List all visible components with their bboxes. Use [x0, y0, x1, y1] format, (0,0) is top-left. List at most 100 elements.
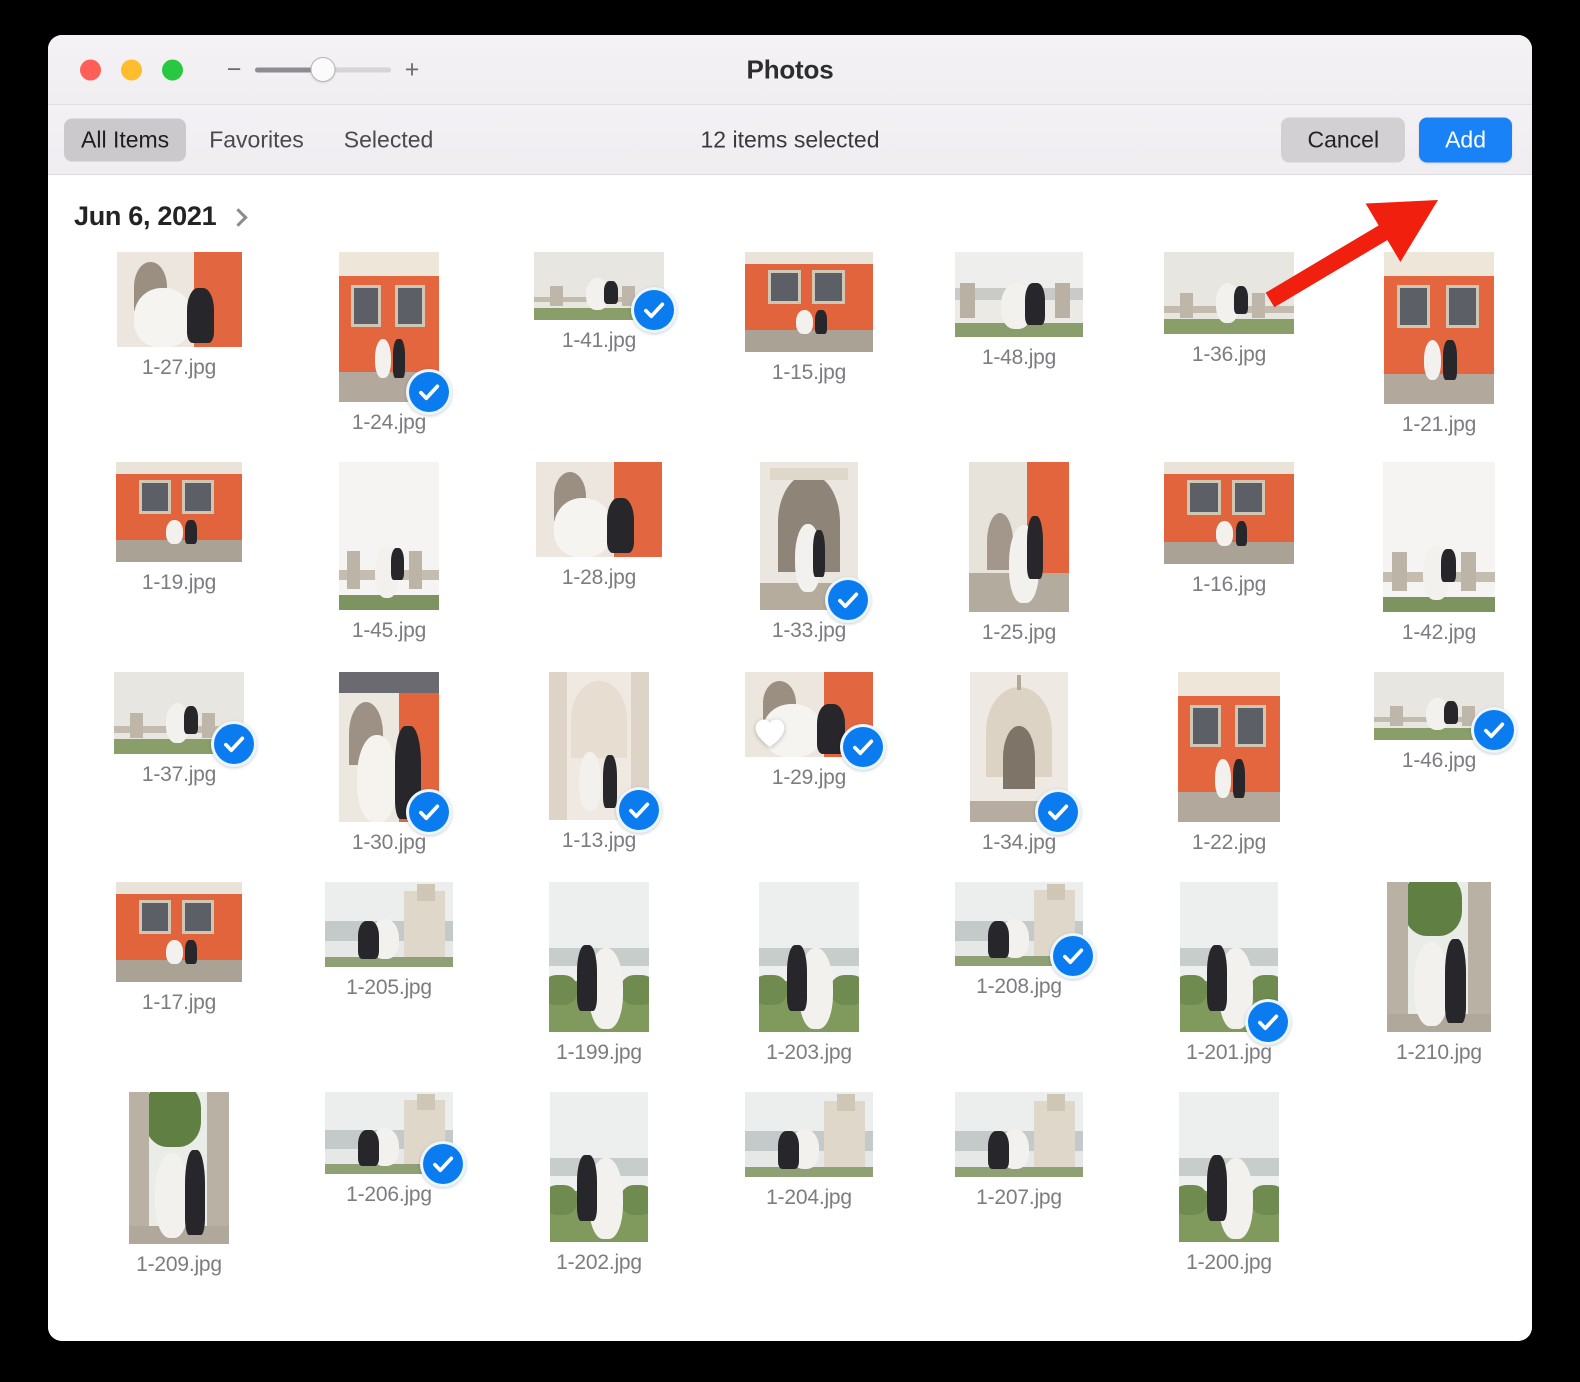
photo-thumbnail-wrapper[interactable] [760, 462, 871, 623]
photo-thumbnail-wrapper[interactable] [550, 1092, 648, 1242]
selected-check-icon[interactable] [1035, 789, 1081, 835]
selected-check-icon[interactable] [211, 721, 257, 767]
photo-thumbnail-wrapper[interactable] [339, 462, 439, 610]
selected-check-icon[interactable] [840, 724, 886, 770]
selected-check-icon[interactable] [1471, 707, 1517, 753]
photo-thumbnail[interactable] [116, 462, 242, 562]
photo-thumbnail-wrapper[interactable] [1374, 672, 1517, 753]
photo-cell[interactable]: 1-25.jpg [914, 456, 1124, 666]
photo-cell[interactable]: 1-42.jpg [1334, 456, 1532, 666]
photo-thumbnail-wrapper[interactable] [745, 1092, 873, 1177]
photo-thumbnail[interactable] [1387, 882, 1491, 1032]
selected-check-icon[interactable] [1245, 999, 1291, 1045]
photo-thumbnail-wrapper[interactable] [325, 882, 453, 967]
photo-cell[interactable]: 1-16.jpg [1124, 456, 1334, 666]
selected-check-icon[interactable] [406, 789, 452, 835]
photo-thumbnail-wrapper[interactable] [1383, 462, 1495, 612]
photo-thumbnail[interactable] [116, 882, 242, 982]
photo-thumbnail[interactable] [129, 1092, 229, 1244]
photo-thumbnail-wrapper[interactable] [1387, 882, 1491, 1032]
photo-thumbnail[interactable] [969, 462, 1069, 612]
photo-cell[interactable]: 1-19.jpg [74, 456, 284, 666]
photo-thumbnail[interactable] [1178, 672, 1280, 822]
photo-thumbnail-wrapper[interactable] [534, 252, 677, 333]
photo-thumbnail[interactable] [955, 252, 1083, 337]
photo-cell[interactable]: 1-48.jpg [914, 246, 1124, 456]
photo-thumbnail-wrapper[interactable] [955, 1092, 1083, 1177]
photo-thumbnail[interactable] [116, 252, 242, 347]
photo-cell[interactable]: 1-205.jpg [284, 876, 494, 1086]
photo-thumbnail-wrapper[interactable] [116, 462, 242, 562]
selected-check-icon[interactable] [616, 787, 662, 833]
photo-cell[interactable]: 1-36.jpg [1124, 246, 1334, 456]
photo-cell[interactable]: 1-37.jpg [74, 666, 284, 876]
photo-cell[interactable]: 1-46.jpg [1334, 666, 1532, 876]
photo-thumbnail-wrapper[interactable] [536, 462, 662, 557]
photo-cell[interactable]: 1-15.jpg [704, 246, 914, 456]
photo-thumbnail[interactable] [1179, 1092, 1279, 1242]
photo-cell[interactable]: 1-210.jpg [1334, 876, 1532, 1086]
photo-thumbnail[interactable] [745, 1092, 873, 1177]
photo-thumbnail-wrapper[interactable] [1164, 252, 1294, 334]
photo-thumbnail-wrapper[interactable] [116, 882, 242, 982]
photo-thumbnail-wrapper[interactable] [116, 252, 242, 347]
photo-cell[interactable]: 1-209.jpg [74, 1086, 284, 1296]
photo-cell[interactable]: 1-207.jpg [914, 1086, 1124, 1296]
photo-thumbnail[interactable] [550, 1092, 648, 1242]
photo-cell[interactable]: 1-21.jpg [1334, 246, 1532, 456]
photo-cell[interactable]: 1-29.jpg [704, 666, 914, 876]
photo-thumbnail[interactable] [325, 882, 453, 967]
chevron-right-icon[interactable] [229, 208, 248, 227]
photo-thumbnail-wrapper[interactable] [549, 672, 662, 833]
selected-check-icon[interactable] [420, 1141, 466, 1187]
photo-thumbnail-wrapper[interactable] [339, 672, 452, 835]
selected-check-icon[interactable] [825, 577, 871, 623]
photo-cell[interactable]: 1-27.jpg [74, 246, 284, 456]
photo-cell[interactable]: 1-34.jpg [914, 666, 1124, 876]
photo-cell[interactable]: 1-199.jpg [494, 876, 704, 1086]
photo-cell[interactable]: 1-208.jpg [914, 876, 1124, 1086]
photo-thumbnail-wrapper[interactable] [1178, 672, 1280, 822]
photo-thumbnail-wrapper[interactable] [955, 882, 1096, 979]
photo-thumbnail[interactable] [1384, 252, 1494, 404]
photo-cell[interactable]: 1-28.jpg [494, 456, 704, 666]
photo-thumbnail-wrapper[interactable] [1179, 1092, 1279, 1242]
photo-thumbnail-wrapper[interactable] [955, 252, 1083, 337]
photo-cell[interactable]: 1-203.jpg [704, 876, 914, 1086]
date-group-header[interactable]: Jun 6, 2021 [48, 175, 1532, 232]
selected-check-icon[interactable] [406, 369, 452, 415]
photo-thumbnail-wrapper[interactable] [970, 672, 1081, 835]
photo-thumbnail-wrapper[interactable] [759, 882, 859, 1032]
photo-thumbnail-wrapper[interactable] [1164, 462, 1294, 564]
cancel-button[interactable]: Cancel [1281, 117, 1406, 162]
photo-thumbnail-wrapper[interactable] [325, 1092, 466, 1187]
photo-thumbnail-wrapper[interactable] [1180, 882, 1291, 1045]
selected-check-icon[interactable] [1050, 933, 1096, 979]
photo-cell[interactable]: 1-201.jpg [1124, 876, 1334, 1086]
photo-cell[interactable]: 1-204.jpg [704, 1086, 914, 1296]
photo-thumbnail[interactable] [339, 462, 439, 610]
photo-cell[interactable]: 1-17.jpg [74, 876, 284, 1086]
photo-cell[interactable]: 1-24.jpg [284, 246, 494, 456]
photo-cell[interactable]: 1-202.jpg [494, 1086, 704, 1296]
photo-thumbnail[interactable] [1164, 252, 1294, 334]
photo-cell[interactable]: 1-33.jpg [704, 456, 914, 666]
photo-thumbnail[interactable] [759, 882, 859, 1032]
photo-cell[interactable]: 1-30.jpg [284, 666, 494, 876]
photo-cell[interactable]: 1-206.jpg [284, 1086, 494, 1296]
photo-cell[interactable]: 1-45.jpg [284, 456, 494, 666]
photo-thumbnail-wrapper[interactable] [745, 252, 873, 352]
selected-check-icon[interactable] [631, 287, 677, 333]
photo-thumbnail-wrapper[interactable] [339, 252, 452, 415]
photo-thumbnail-wrapper[interactable] [129, 1092, 229, 1244]
photo-cell[interactable]: 1-200.jpg [1124, 1086, 1334, 1296]
photo-thumbnail-wrapper[interactable] [114, 672, 257, 767]
photo-thumbnail[interactable] [536, 462, 662, 557]
photo-cell[interactable]: 1-41.jpg [494, 246, 704, 456]
photo-thumbnail[interactable] [955, 1092, 1083, 1177]
photo-thumbnail[interactable] [1383, 462, 1495, 612]
photo-thumbnail-wrapper[interactable] [549, 882, 649, 1032]
photo-cell[interactable]: 1-13.jpg [494, 666, 704, 876]
photo-thumbnail[interactable] [1164, 462, 1294, 564]
photo-thumbnail[interactable] [549, 882, 649, 1032]
